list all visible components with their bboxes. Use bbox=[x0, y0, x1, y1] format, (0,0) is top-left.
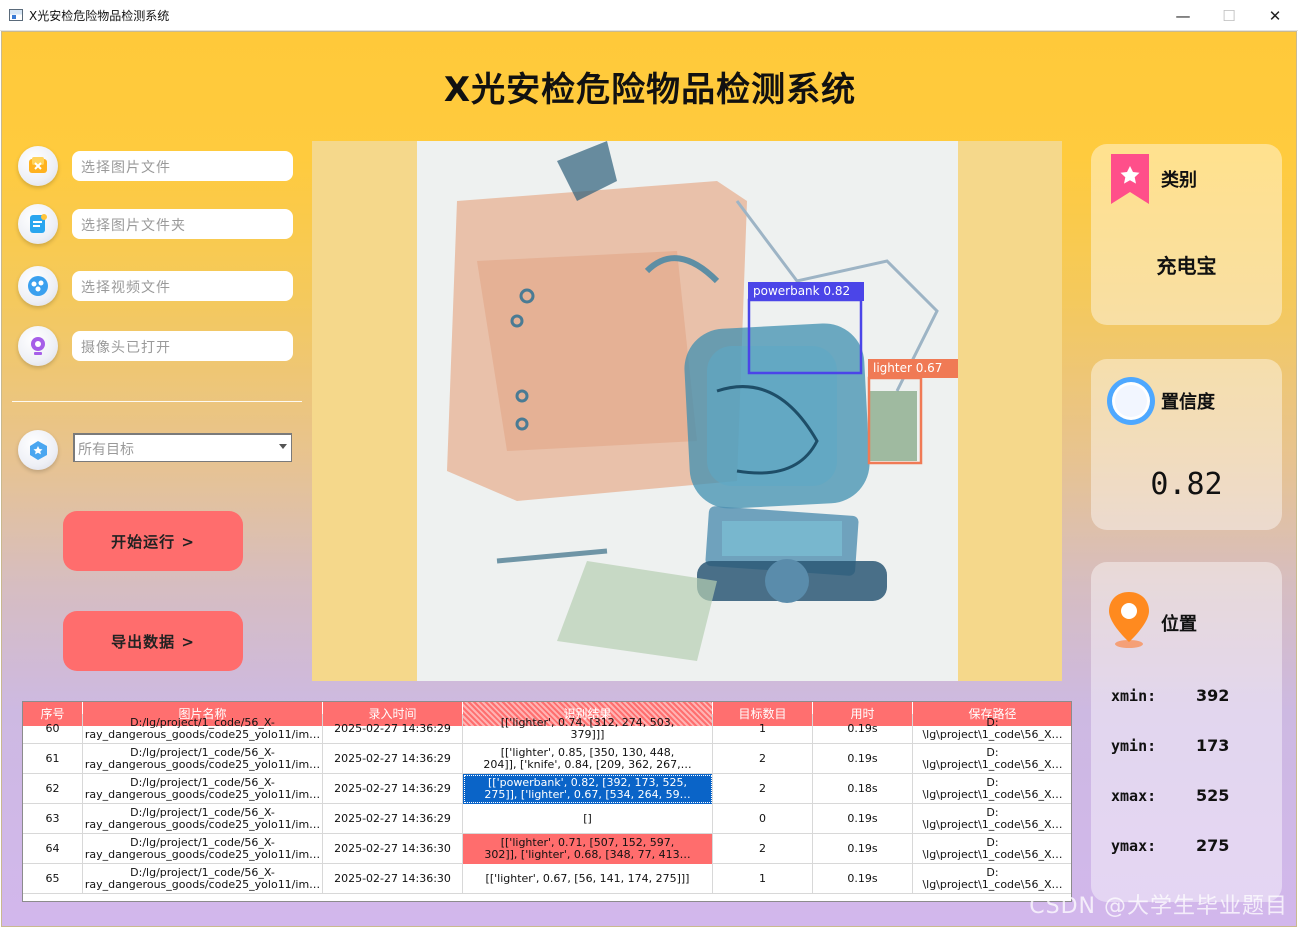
cell-index[interactable]: 65 bbox=[23, 864, 83, 894]
target-select[interactable]: 所有目标 bbox=[73, 433, 292, 462]
category-card: 类别 充电宝 bbox=[1091, 144, 1282, 325]
select-video-file-input[interactable]: 选择视频文件 bbox=[72, 271, 293, 301]
image-file-icon[interactable] bbox=[18, 146, 58, 186]
camera-status-input[interactable]: 摄像头已打开 bbox=[72, 331, 293, 361]
cell-save-path[interactable]: D: \lg\project\1_code\56_X… bbox=[913, 774, 1071, 804]
maximize-button[interactable]: ☐ bbox=[1206, 0, 1252, 31]
cell-result-selected[interactable]: [['powerbank', 0.82, [392, 173, 525, 275… bbox=[463, 774, 713, 804]
cell-image-name[interactable]: D:/lg/project/1_code/56_X- ray_dangerous… bbox=[83, 804, 323, 834]
table-row[interactable]: 60 D:/lg/project/1_code/56_X- ray_danger… bbox=[23, 714, 1071, 744]
close-button[interactable]: ✕ bbox=[1252, 0, 1298, 31]
video-file-icon[interactable] bbox=[18, 266, 58, 306]
window-title: X光安检危险物品检测系统 bbox=[29, 9, 170, 23]
cell-image-name[interactable]: D:/lg/project/1_code/56_X- ray_dangerous… bbox=[83, 774, 323, 804]
cell-image-name[interactable]: D:/lg/project/1_code/56_X- ray_dangerous… bbox=[83, 744, 323, 774]
xmax-label: xmax: bbox=[1111, 787, 1157, 805]
ymax-label: ymax: bbox=[1111, 837, 1157, 855]
cell-save-path[interactable]: D: \lg\project\1_code\56_X… bbox=[913, 834, 1071, 864]
cell-image-name[interactable]: D:/lg/project/1_code/56_X- ray_dangerous… bbox=[83, 864, 323, 894]
cell-time[interactable]: 2025-02-27 14:36:29 bbox=[323, 774, 463, 804]
cell-count[interactable]: 2 bbox=[713, 834, 813, 864]
cell-time[interactable]: 2025-02-27 14:36:30 bbox=[323, 864, 463, 894]
cell-time[interactable]: 2025-02-27 14:36:29 bbox=[323, 714, 463, 744]
cell-time[interactable]: 2025-02-27 14:36:29 bbox=[323, 744, 463, 774]
cell-result[interactable]: [] bbox=[463, 804, 713, 834]
location-pin-icon bbox=[1106, 590, 1152, 654]
export-data-button[interactable]: 导出数据 > bbox=[63, 611, 243, 671]
cell-count[interactable]: 2 bbox=[713, 744, 813, 774]
image-viewer: powerbank 0.82 lighter 0.67 bbox=[312, 141, 1062, 681]
table-row[interactable]: 65 D:/lg/project/1_code/56_X- ray_danger… bbox=[23, 864, 1071, 894]
cell-index[interactable]: 64 bbox=[23, 834, 83, 864]
results-table[interactable]: 序号 图片名称 录入时间 识别结果 目标数目 用时 保存路径 60 D:/lg/… bbox=[22, 701, 1072, 902]
xmax-value: 525 bbox=[1196, 786, 1230, 805]
watermark: CSDN @大学生毕业题目 bbox=[1029, 894, 1288, 919]
start-run-button[interactable]: 开始运行 > bbox=[63, 511, 243, 571]
xmin-value: 392 bbox=[1196, 686, 1230, 705]
sidebar-divider bbox=[12, 401, 302, 402]
table-row[interactable]: 62 D:/lg/project/1_code/56_X- ray_danger… bbox=[23, 774, 1071, 804]
cell-result[interactable]: [['lighter', 0.67, [56, 141, 174, 275]]] bbox=[463, 864, 713, 894]
tag-icon bbox=[18, 430, 58, 470]
position-title: 位置 bbox=[1161, 614, 1197, 635]
app-client-area: X光安检危险物品检测系统 选择图片文件 选择图片文件夹 选择视频文件 摄像头已打… bbox=[1, 31, 1297, 927]
camera-icon[interactable] bbox=[18, 326, 58, 366]
cell-elapsed[interactable]: 0.19s bbox=[813, 804, 913, 834]
lighter-detection-label: lighter 0.67 bbox=[873, 361, 943, 375]
cell-index[interactable]: 61 bbox=[23, 744, 83, 774]
confidence-card: 置信度 0.82 bbox=[1091, 359, 1282, 530]
cell-count[interactable]: 1 bbox=[713, 714, 813, 744]
confidence-title: 置信度 bbox=[1161, 392, 1215, 413]
image-folder-icon[interactable] bbox=[18, 204, 58, 244]
cell-image-name[interactable]: D:/lg/project/1_code/56_X- ray_dangerous… bbox=[83, 714, 323, 744]
table-row[interactable]: 64 D:/lg/project/1_code/56_X- ray_danger… bbox=[23, 834, 1071, 864]
xmin-label: xmin: bbox=[1111, 687, 1157, 705]
bookmark-star-icon bbox=[1107, 152, 1153, 210]
cell-elapsed[interactable]: 0.19s bbox=[813, 744, 913, 774]
cell-count[interactable]: 2 bbox=[713, 774, 813, 804]
table-row[interactable]: 63 D:/lg/project/1_code/56_X- ray_danger… bbox=[23, 804, 1071, 834]
circle-gauge-icon bbox=[1104, 374, 1158, 432]
cell-image-name[interactable]: D:/lg/project/1_code/56_X- ray_dangerous… bbox=[83, 834, 323, 864]
cell-save-path[interactable]: D: \lg\project\1_code\56_X… bbox=[913, 804, 1071, 834]
ymax-value: 275 bbox=[1196, 836, 1230, 855]
page-title: X光安检危险物品检测系统 bbox=[443, 70, 857, 110]
cell-save-path[interactable]: D: \lg\project\1_code\56_X… bbox=[913, 744, 1071, 774]
cell-time[interactable]: 2025-02-27 14:36:29 bbox=[323, 804, 463, 834]
cell-index[interactable]: 60 bbox=[23, 714, 83, 744]
cell-index[interactable]: 62 bbox=[23, 774, 83, 804]
category-value: 充电宝 bbox=[1156, 254, 1217, 278]
category-title: 类别 bbox=[1161, 170, 1197, 191]
cell-elapsed[interactable]: 0.19s bbox=[813, 714, 913, 744]
cell-count[interactable]: 0 bbox=[713, 804, 813, 834]
confidence-value: 0.82 bbox=[1150, 467, 1223, 502]
table-row[interactable]: 61 D:/lg/project/1_code/56_X- ray_danger… bbox=[23, 744, 1071, 774]
select-image-file-input[interactable]: 选择图片文件 bbox=[72, 151, 293, 181]
app-window-icon bbox=[9, 9, 23, 21]
position-card: 位置 xmin: 392 ymin: 173 xmax: 525 ymax: 2… bbox=[1091, 562, 1282, 902]
ymin-label: ymin: bbox=[1111, 737, 1157, 755]
powerbank-detection-label: powerbank 0.82 bbox=[753, 284, 851, 298]
chevron-down-icon bbox=[279, 444, 287, 449]
cell-result[interactable]: [['lighter', 0.74, [312, 274, 503, 379]]… bbox=[463, 714, 713, 744]
ymin-value: 173 bbox=[1196, 736, 1230, 755]
select-image-folder-input[interactable]: 选择图片文件夹 bbox=[72, 209, 293, 239]
cell-elapsed[interactable]: 0.18s bbox=[813, 774, 913, 804]
window-titlebar: X光安检危险物品检测系统 — ☐ ✕ bbox=[0, 0, 1298, 31]
target-select-value: 所有目标 bbox=[78, 442, 134, 458]
cell-elapsed[interactable]: 0.19s bbox=[813, 864, 913, 894]
cell-index[interactable]: 63 bbox=[23, 804, 83, 834]
cell-result[interactable]: [['lighter', 0.85, [350, 130, 448, 204]]… bbox=[463, 744, 713, 774]
cell-elapsed[interactable]: 0.19s bbox=[813, 834, 913, 864]
cell-save-path[interactable]: D: \lg\project\1_code\56_X… bbox=[913, 714, 1071, 744]
cell-count[interactable]: 1 bbox=[713, 864, 813, 894]
minimize-button[interactable]: — bbox=[1160, 0, 1206, 31]
cell-result-highlighted[interactable]: [['lighter', 0.71, [507, 152, 597, 302]]… bbox=[463, 834, 713, 864]
xray-image bbox=[417, 141, 958, 681]
cell-time[interactable]: 2025-02-27 14:36:30 bbox=[323, 834, 463, 864]
